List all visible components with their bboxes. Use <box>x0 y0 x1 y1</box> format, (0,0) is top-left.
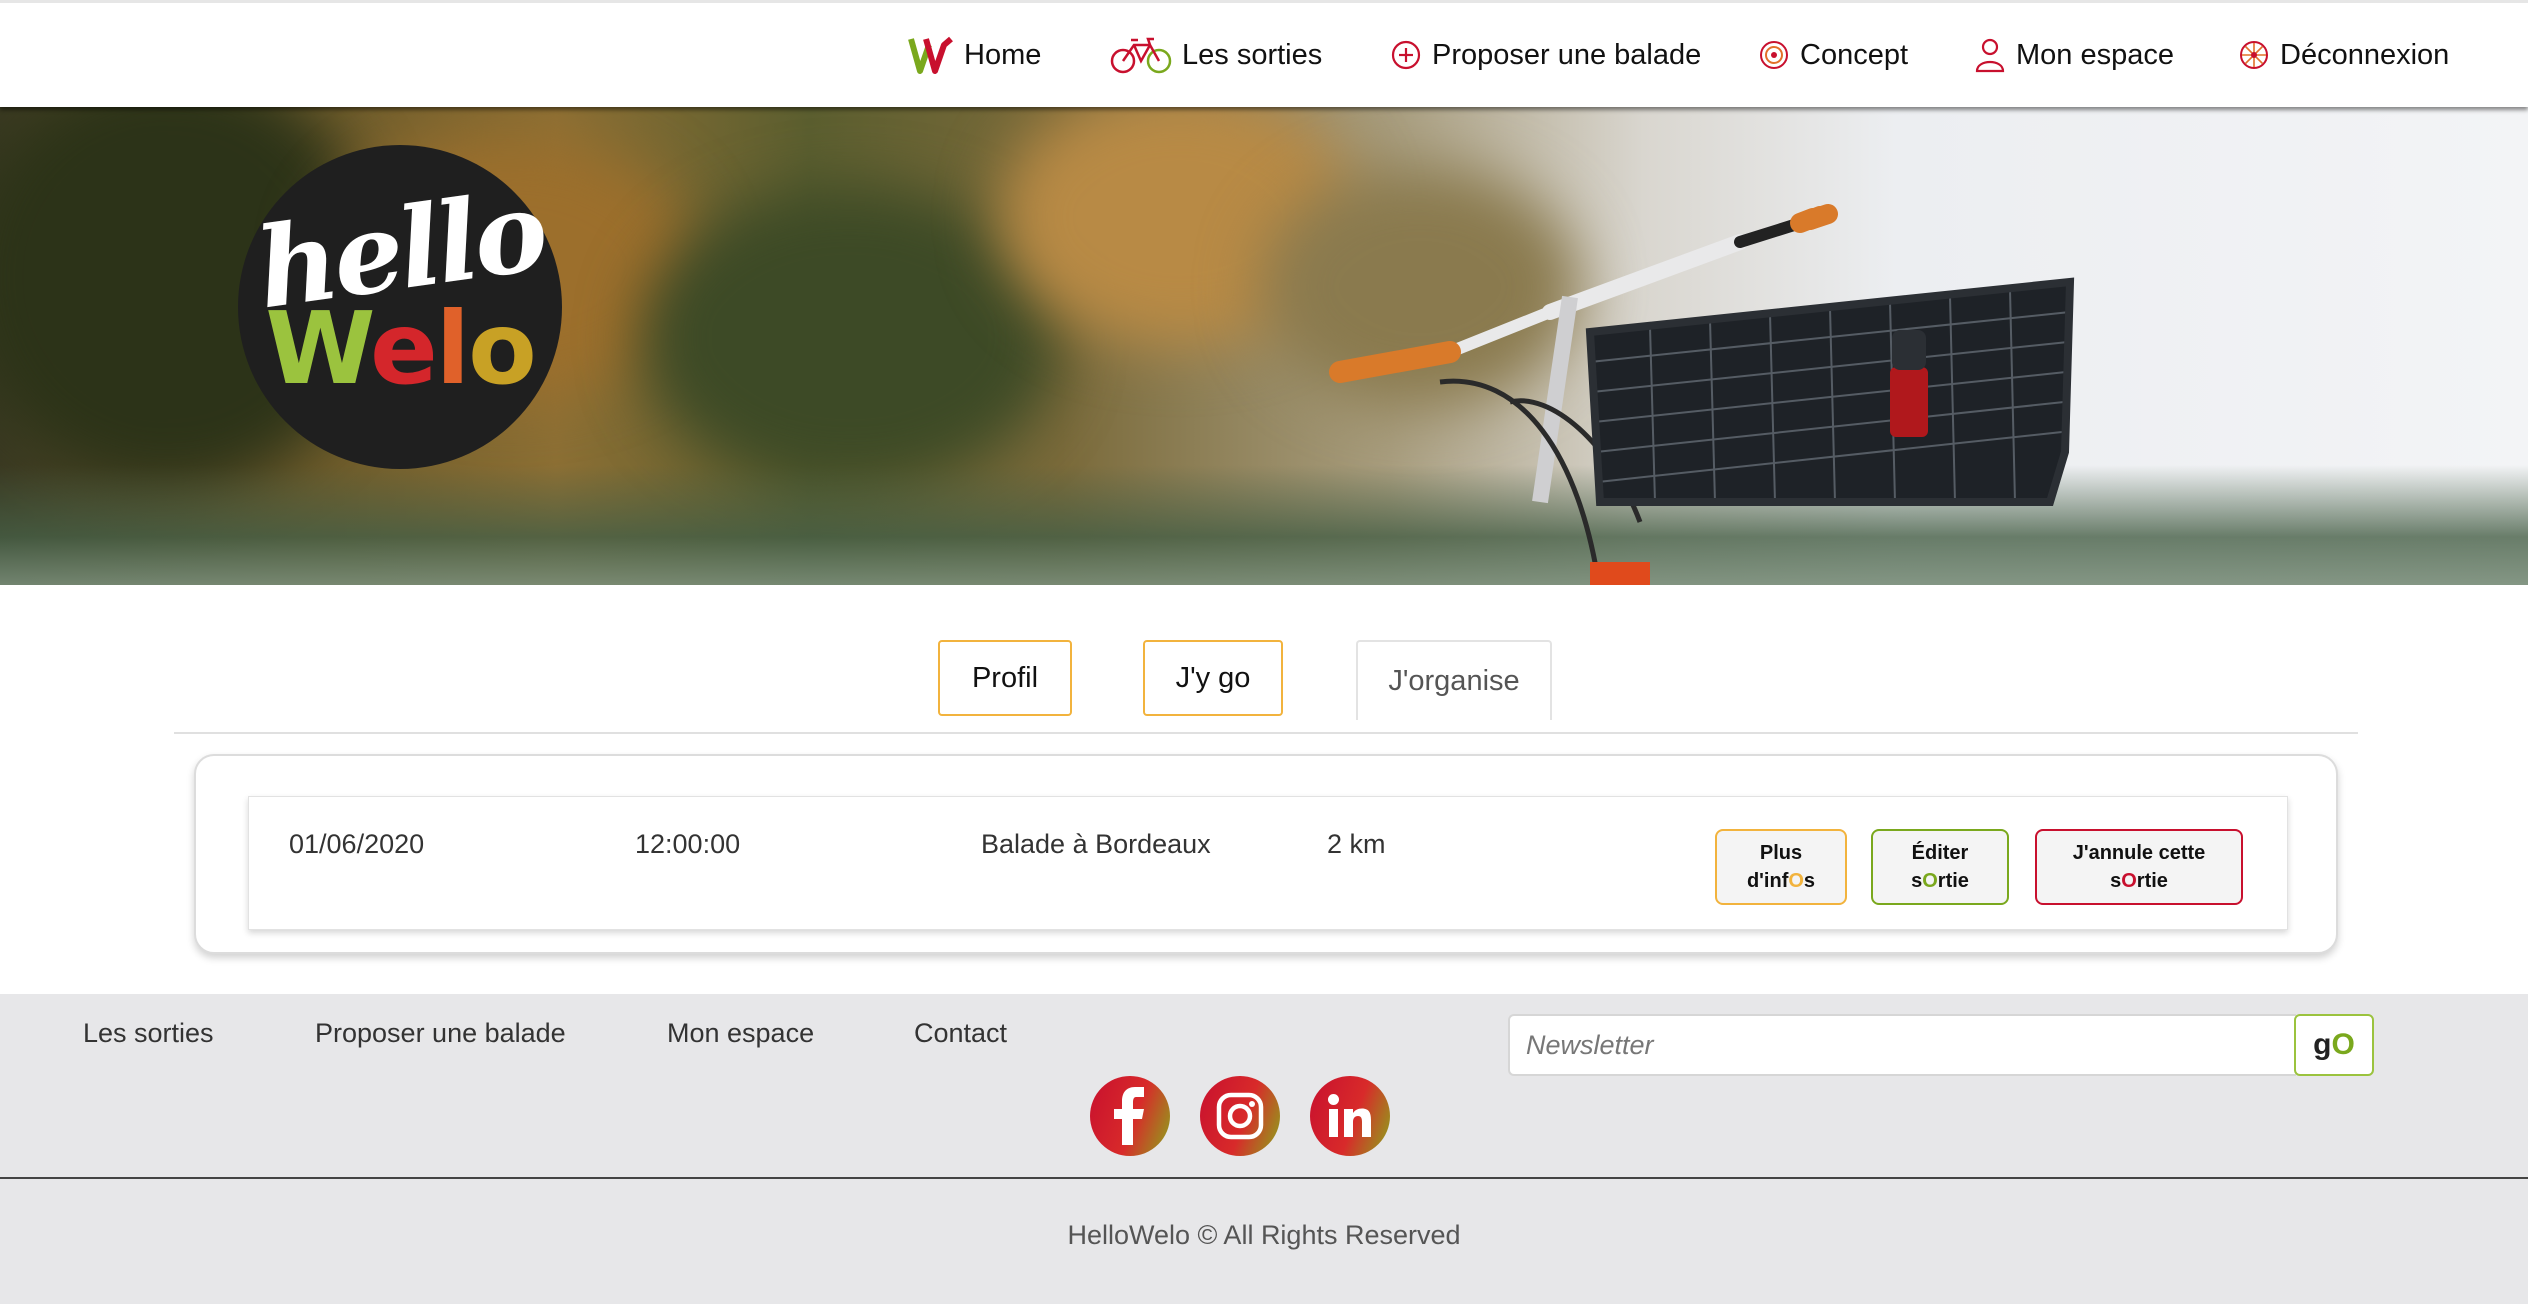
hellowelo-w-icon <box>908 35 954 75</box>
cancel-outing-line2: sOrtie <box>2110 870 2168 892</box>
tabs-divider <box>174 732 2358 734</box>
instagram-icon[interactable] <box>1200 1076 1280 1156</box>
nav-proposer-balade-label: Proposer une balade <box>1432 38 1702 71</box>
hero-banner: hello Welo <box>0 107 2528 585</box>
nav-concept-label: Concept <box>1800 38 1909 71</box>
hellowelo-logo[interactable]: hello Welo <box>238 145 562 469</box>
more-info-line1: Plus <box>1759 842 1803 864</box>
outing-time: 12:00:00 <box>635 829 741 859</box>
newsletter-input[interactable] <box>1508 1014 2296 1076</box>
nav-deconnexion[interactable]: Déconnexion <box>2238 27 2449 83</box>
footer-link-les-sorties[interactable]: Les sorties <box>83 1018 214 1049</box>
cancel-outing-button[interactable]: J'annule cette sOrtie <box>2035 829 2243 905</box>
linkedin-icon[interactable] <box>1310 1076 1390 1156</box>
go-g: g <box>2313 1028 2332 1061</box>
newsletter-go-button[interactable]: gO <box>2294 1014 2374 1076</box>
hero-ground <box>0 465 2528 585</box>
footer: Les sorties Proposer une balade Mon espa… <box>0 994 2528 1304</box>
edit-outing-line1: Éditer <box>1911 842 1969 864</box>
copyright-text: HelloWelo © All Rights Reserved <box>1067 1220 1461 1250</box>
nav-proposer-balade[interactable]: Proposer une balade <box>1390 27 1701 83</box>
plus-circle-icon <box>1390 39 1422 71</box>
bicycle-basket-image <box>1329 204 2075 585</box>
nav-les-sorties-label: Les sorties <box>1182 38 1323 71</box>
bicycle-icon <box>1110 35 1172 75</box>
nav-mon-espace[interactable]: Mon espace <box>1974 27 2174 83</box>
nav-home-label: Home <box>964 38 1042 71</box>
profile-tabs: Profil J'y go J'organise <box>0 640 2528 720</box>
edit-outing-button[interactable]: Éditer sOrtie <box>1871 829 2009 905</box>
cancel-outing-line1: J'annule cette <box>2072 842 2206 864</box>
footer-divider <box>0 1177 2528 1179</box>
go-o: O <box>2331 1028 2355 1061</box>
outing-date: 01/06/2020 <box>289 829 425 859</box>
footer-link-mon-espace[interactable]: Mon espace <box>667 1018 814 1049</box>
outing-row: 01/06/2020 12:00:00 Balade à Bordeaux 2 … <box>248 796 2288 930</box>
nav-concept[interactable]: Concept <box>1758 27 1908 83</box>
nav-mon-espace-label: Mon espace <box>2016 38 2174 71</box>
outing-distance: 2 km <box>1327 829 1386 859</box>
logo-letter-o: o <box>468 290 537 407</box>
footer-link-proposer-balade[interactable]: Proposer une balade <box>315 1018 566 1049</box>
tab-profil[interactable]: Profil <box>938 640 1072 716</box>
edit-outing-line2: sOrtie <box>1911 870 1969 892</box>
facebook-icon[interactable] <box>1090 1076 1170 1156</box>
outings-card: 01/06/2020 12:00:00 Balade à Bordeaux 2 … <box>194 754 2338 954</box>
nav-home[interactable]: Home <box>908 27 1041 83</box>
tab-jorganise[interactable]: J'organise <box>1356 640 1552 720</box>
outing-name: Balade à Bordeaux <box>981 829 1211 859</box>
tab-jy-go[interactable]: J'y go <box>1143 640 1283 716</box>
nav-deconnexion-label: Déconnexion <box>2280 38 2450 71</box>
logout-wheel-icon <box>2238 39 2270 71</box>
nav-les-sorties[interactable]: Les sorties <box>1110 27 1322 83</box>
hero-foliage <box>640 187 1060 487</box>
user-icon <box>1974 37 2006 73</box>
more-info-button[interactable]: Plus d'infOs <box>1715 829 1847 905</box>
target-icon <box>1758 39 1790 71</box>
footer-link-contact[interactable]: Contact <box>914 1018 1007 1049</box>
more-info-line2: d'infOs <box>1746 870 1816 892</box>
top-navbar: Home Les sorties Proposer une balade Con… <box>0 0 2528 107</box>
